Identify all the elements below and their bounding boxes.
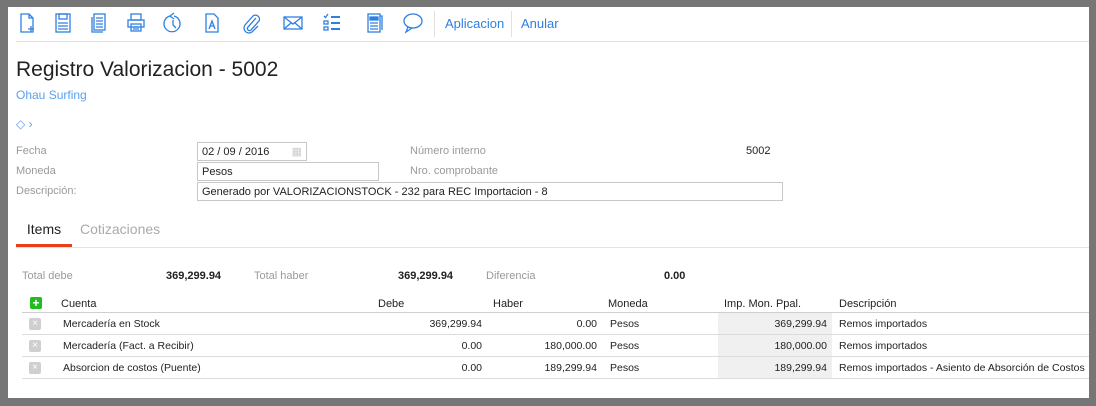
toolbar-separator <box>434 11 435 37</box>
anular-link[interactable]: Anular <box>521 16 559 31</box>
total-haber-value: 369,299.94 <box>398 270 454 282</box>
table-row[interactable]: × Absorcion de costos (Puente) 0.00 189,… <box>22 357 1089 379</box>
moneda-cell[interactable]: Pesos <box>610 318 639 330</box>
haber-cell[interactable]: 189,299.94 <box>497 362 597 374</box>
total-debe-value: 369,299.94 <box>166 270 222 282</box>
diferencia-label: Diferencia <box>486 270 536 282</box>
debe-cell[interactable]: 369,299.94 <box>382 318 482 330</box>
tab-items[interactable]: Items <box>16 221 72 247</box>
table-row[interactable]: × Mercadería en Stock 369,299.94 0.00 Pe… <box>22 313 1089 335</box>
moneda-cell[interactable]: Pesos <box>610 340 639 352</box>
company-link[interactable]: Ohau Surfing <box>16 88 87 102</box>
moneda-input[interactable]: Pesos <box>197 162 379 181</box>
col-haber: Haber <box>493 298 523 310</box>
descripcion-cell[interactable]: Remos importados - Asiento de Absorción … <box>839 362 1085 374</box>
delete-row-button[interactable]: × <box>29 362 41 374</box>
new-document-icon[interactable] <box>16 12 38 34</box>
total-haber-label: Total haber <box>254 270 309 282</box>
imp-cell: 189,299.94 <box>774 362 827 374</box>
fecha-month[interactable]: 09 <box>223 146 235 158</box>
table-row[interactable]: × Mercadería (Fact. a Recibir) 0.00 180,… <box>22 335 1089 357</box>
comment-icon[interactable] <box>402 12 424 34</box>
debe-cell[interactable]: 0.00 <box>382 362 482 374</box>
col-debe: Debe <box>378 298 405 310</box>
toolbar-divider <box>16 41 1089 42</box>
haber-cell[interactable]: 180,000.00 <box>497 340 597 352</box>
diferencia-value: 0.00 <box>664 270 686 282</box>
tag-button[interactable]: ◇ › <box>16 117 33 131</box>
save-icon[interactable] <box>52 12 74 34</box>
page-title: Registro Valorizacion - 5002 <box>16 58 279 81</box>
print-icon[interactable] <box>125 12 147 34</box>
tag-icon: ◇ <box>16 117 26 131</box>
debe-cell[interactable]: 0.00 <box>382 340 482 352</box>
haber-cell[interactable]: 0.00 <box>497 318 597 330</box>
plus-icon: + <box>32 296 40 310</box>
col-moneda: Moneda <box>608 298 648 310</box>
imp-cell: 369,299.94 <box>774 318 827 330</box>
numero-interno-label: Número interno <box>410 145 486 157</box>
descripcion-input[interactable]: Generado por VALORIZACIONSTOCK - 232 par… <box>197 182 783 201</box>
total-debe-label: Total debe <box>22 270 73 282</box>
report-icon[interactable] <box>363 12 385 34</box>
toolbar-separator <box>511 11 512 37</box>
chevron-right-icon: › <box>25 117 33 131</box>
attach-icon[interactable] <box>240 12 262 34</box>
col-imp-mon-ppal: Imp. Mon. Ppal. <box>724 298 802 310</box>
copy-icon[interactable] <box>88 12 110 34</box>
history-icon[interactable] <box>162 12 184 34</box>
descripcion-cell[interactable]: Remos importados <box>839 318 927 330</box>
fecha-year[interactable]: 2016 <box>245 146 269 158</box>
imp-cell: 180,000.00 <box>774 340 827 352</box>
cuenta-cell[interactable]: Mercadería en Stock <box>63 318 160 330</box>
tabs-divider <box>16 247 1089 248</box>
email-icon[interactable] <box>282 12 304 34</box>
delete-row-button[interactable]: × <box>29 340 41 352</box>
moneda-cell[interactable]: Pesos <box>610 362 639 374</box>
delete-row-button[interactable]: × <box>29 318 41 330</box>
col-cuenta: Cuenta <box>61 298 97 310</box>
checklist-icon[interactable] <box>321 12 343 34</box>
fecha-input[interactable]: 02 / 09 / 2016 ▦ <box>197 142 307 161</box>
calendar-icon[interactable]: ▦ <box>292 145 302 158</box>
numero-interno-value: 5002 <box>746 145 771 157</box>
aplicacion-link[interactable]: Aplicacion <box>445 16 504 31</box>
pdf-icon[interactable] <box>201 12 223 34</box>
window: Aplicacion Anular Registro Valorizacion … <box>8 7 1089 398</box>
nro-comprobante-label: Nro. comprobante <box>410 165 499 177</box>
cuenta-cell[interactable]: Absorcion de costos (Puente) <box>63 362 201 374</box>
descripcion-label: Descripción: <box>16 185 77 197</box>
col-descripcion: Descripción <box>839 298 897 310</box>
fecha-day[interactable]: 02 <box>202 146 214 158</box>
descripcion-cell[interactable]: Remos importados <box>839 340 927 352</box>
add-row-button[interactable]: + <box>30 297 42 309</box>
tab-cotizaciones[interactable]: Cotizaciones <box>80 221 160 237</box>
cuenta-cell[interactable]: Mercadería (Fact. a Recibir) <box>63 340 194 352</box>
fecha-label: Fecha <box>16 145 47 157</box>
moneda-label: Moneda <box>16 165 56 177</box>
